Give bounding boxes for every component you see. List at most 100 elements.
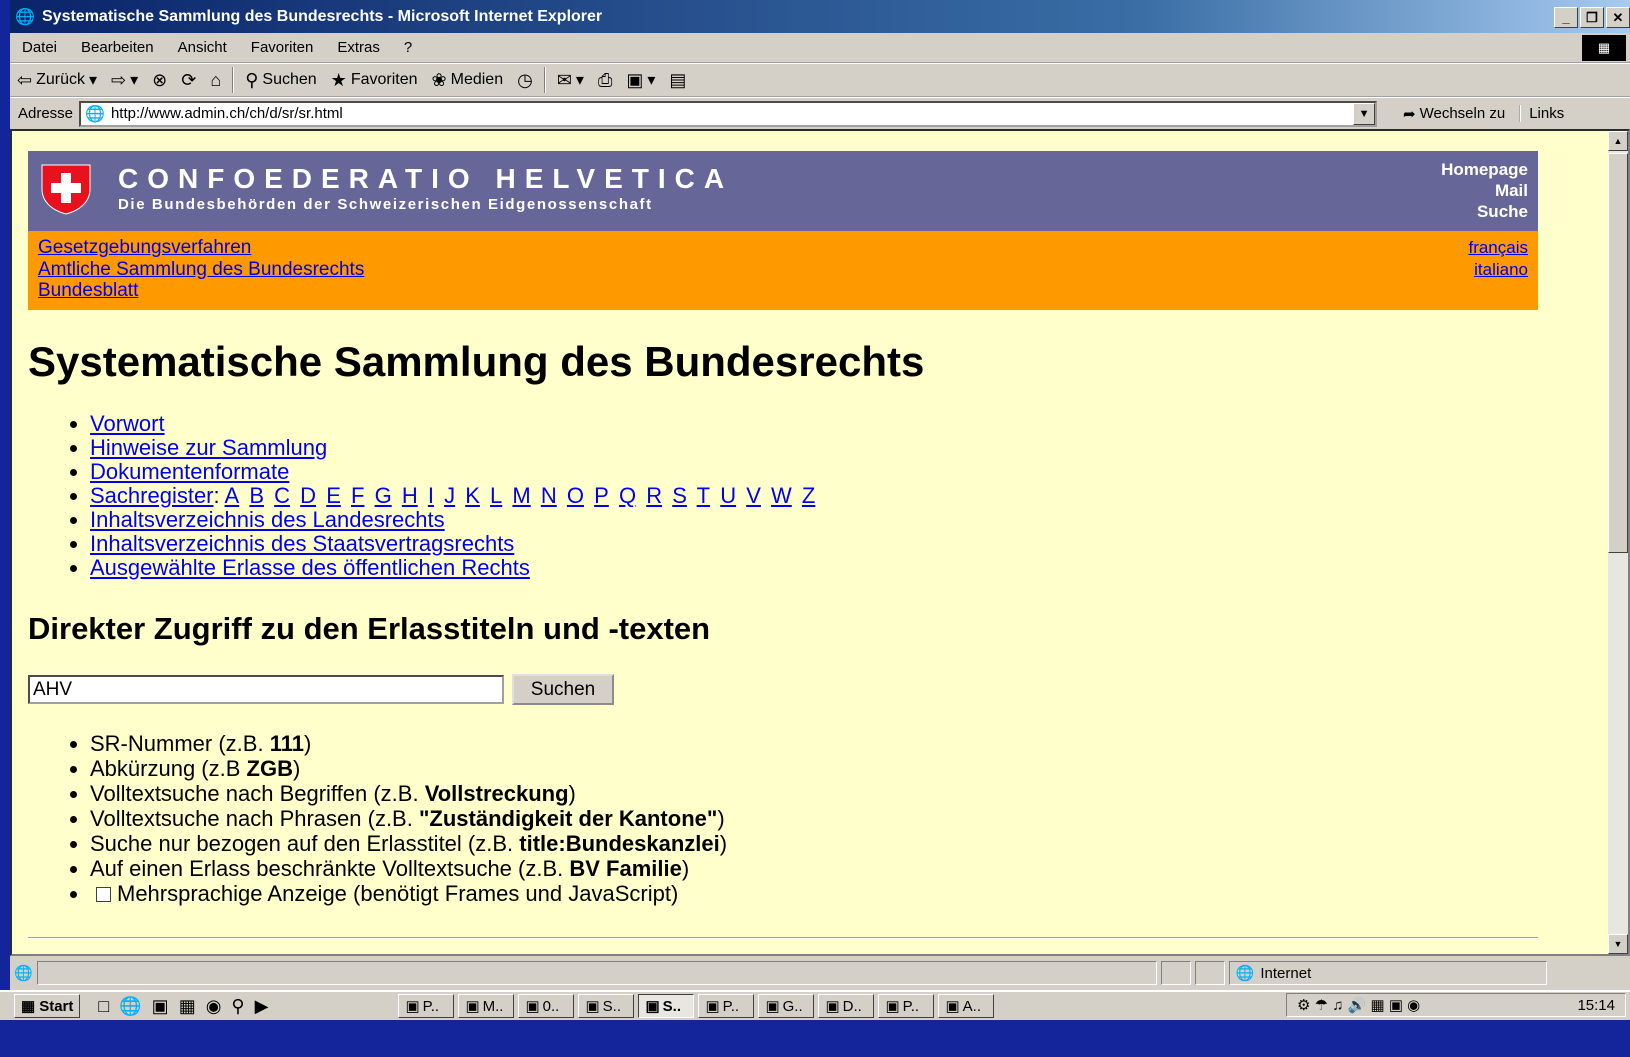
task-button[interactable]: ▣ D.. [818, 994, 875, 1018]
alphabet-link-h[interactable]: H [402, 483, 418, 508]
search-button[interactable]: ⚲ Suchen [238, 65, 323, 95]
dropdown-arrow-icon[interactable]: ▾ [576, 70, 584, 90]
vorwort-link[interactable]: Vorwort [90, 411, 165, 436]
start-button[interactable]: ▦ Start [14, 994, 81, 1018]
alphabet-link-p[interactable]: P [594, 483, 609, 508]
mail-button[interactable]: ✉ ▾ [550, 65, 591, 95]
alphabet-link-o[interactable]: O [567, 483, 584, 508]
edit-button[interactable]: ▣ ▾ [619, 65, 662, 95]
mail-link[interactable]: Mail [1441, 180, 1528, 201]
links-button[interactable]: Links [1519, 105, 1564, 122]
vertical-scrollbar[interactable]: ▲ ▼ [1608, 131, 1628, 954]
alphabet-link-q[interactable]: Q [619, 483, 636, 508]
discuss-button[interactable]: ▤ [662, 65, 693, 95]
powerpoint-icon[interactable]: ◉ [206, 996, 222, 1017]
menu-help[interactable]: ? [392, 39, 424, 56]
alphabet-link-g[interactable]: G [375, 483, 392, 508]
alphabet-link-s[interactable]: S [672, 483, 687, 508]
ie-icon[interactable]: 🌐 [119, 996, 141, 1017]
alphabet-link-m[interactable]: M [512, 483, 530, 508]
stop-button[interactable]: ⊗ [145, 65, 174, 95]
nav-link-amtliche-sammlung[interactable]: Amtliche Sammlung des Bundesrechts [38, 259, 364, 280]
staatsvertragsrecht-link[interactable]: Inhaltsverzeichnis des Staatsvertragsrec… [90, 531, 514, 556]
task-button[interactable]: ▣ G.. [758, 994, 815, 1018]
minimize-button[interactable]: _ [1554, 7, 1578, 28]
task-button[interactable]: ▣ P.. [698, 994, 755, 1018]
ausgewaehlte-erlasse-link[interactable]: Ausgewählte Erlasse des öffentlichen Rec… [90, 555, 530, 580]
address-input[interactable]: 🌐 http://www.admin.ch/ch/d/sr/sr.html ▼ [79, 100, 1378, 127]
alphabet-link-c[interactable]: C [274, 483, 290, 508]
menu-ansicht[interactable]: Ansicht [166, 39, 239, 56]
alphabet-link-e[interactable]: E [326, 483, 341, 508]
landesrecht-link[interactable]: Inhaltsverzeichnis des Landesrechts [90, 507, 445, 532]
alphabet-link-k[interactable]: K [465, 483, 480, 508]
alphabet-link-l[interactable]: L [490, 483, 502, 508]
menu-bearbeiten[interactable]: Bearbeiten [69, 39, 166, 56]
task-button[interactable]: ▣ A.. [938, 994, 995, 1018]
page-content: CONFOEDERATIO HELVETICA Die Bundesbehörd… [28, 151, 1538, 906]
back-button[interactable]: ⇦ Zurück ▾ [10, 65, 104, 95]
lang-link-french[interactable]: français [1468, 238, 1528, 257]
desktop-icon[interactable]: □ [98, 996, 109, 1017]
task-button[interactable]: ▣ 0.. [518, 994, 575, 1018]
task-button[interactable]: ▣ P.. [398, 994, 455, 1018]
alphabet-link-j[interactable]: J [444, 483, 455, 508]
alphabet-link-f[interactable]: F [351, 483, 364, 508]
task-button[interactable]: ▣ S.. [638, 994, 695, 1018]
alphabet-link-d[interactable]: D [300, 483, 316, 508]
alphabet-link-a[interactable]: A [225, 483, 240, 508]
dokumentenformate-link[interactable]: Dokumentenformate [90, 459, 289, 484]
alphabet-link-n[interactable]: N [541, 483, 557, 508]
suche-link[interactable]: Suche [1441, 201, 1528, 222]
search-input[interactable] [28, 675, 504, 704]
word-icon[interactable]: ▣ [152, 996, 169, 1017]
home-button[interactable]: ⌂ [203, 65, 228, 95]
media-button[interactable]: ❀ Medien [425, 65, 511, 95]
alphabet-link-v[interactable]: V [746, 483, 761, 508]
dropdown-arrow-icon[interactable]: ▾ [130, 70, 138, 90]
submit-search-button[interactable]: Suchen [512, 674, 614, 705]
scroll-up-button[interactable]: ▲ [1608, 131, 1628, 151]
alphabet-link-r[interactable]: R [646, 483, 662, 508]
print-button[interactable]: ⎙ [591, 65, 619, 95]
search-icon[interactable]: ⚲ [231, 996, 244, 1017]
task-button[interactable]: ▣ S.. [578, 994, 635, 1018]
scroll-thumb[interactable] [1608, 153, 1628, 553]
alphabet-link-i[interactable]: I [428, 483, 434, 508]
task-button[interactable]: ▣ M.. [458, 994, 515, 1018]
nav-bar: Gesetzgebungsverfahren Amtliche Sammlung… [28, 231, 1538, 310]
tray-icons[interactable]: ⚙ ☂ ♫ 🔊 ▦ ▣ ◉ [1297, 996, 1420, 1014]
close-button[interactable]: ✕ [1606, 7, 1630, 28]
forward-button[interactable]: ⇨ ▾ [104, 65, 145, 95]
nav-link-bundesblatt[interactable]: Bundesblatt [38, 280, 138, 301]
refresh-button[interactable]: ⟳ [174, 65, 203, 95]
dropdown-arrow-icon[interactable]: ▾ [647, 70, 655, 90]
alphabet-link-b[interactable]: B [249, 483, 264, 508]
sachregister-link[interactable]: Sachregister [90, 483, 214, 508]
task-button[interactable]: ▣ P.. [878, 994, 935, 1018]
address-dropdown-button[interactable]: ▼ [1353, 102, 1376, 125]
excel-icon[interactable]: ▦ [179, 996, 196, 1017]
zone-label: Internet [1260, 964, 1312, 982]
dropdown-arrow-icon[interactable]: ▾ [89, 70, 97, 90]
favorites-button[interactable]: ★ Favoriten [324, 65, 425, 95]
alphabet-link-w[interactable]: W [771, 483, 792, 508]
title-bar[interactable]: 🌐 Systematische Sammlung des Bundesrecht… [10, 0, 1630, 33]
history-button[interactable]: ◷ [510, 65, 540, 95]
media-player-icon[interactable]: ▶ [255, 996, 269, 1017]
alphabet-link-z[interactable]: Z [802, 483, 815, 508]
hinweise-link[interactable]: Hinweise zur Sammlung [90, 435, 327, 460]
nav-link-gesetzgebung[interactable]: Gesetzgebungsverfahren [38, 237, 251, 258]
alphabet-link-u[interactable]: U [720, 483, 736, 508]
go-button[interactable]: ➦ Wechseln zu [1397, 105, 1511, 123]
menu-datei[interactable]: Datei [10, 39, 69, 56]
maximize-button[interactable]: ❐ [1580, 7, 1604, 28]
scroll-down-button[interactable]: ▼ [1608, 934, 1628, 954]
homepage-link[interactable]: Homepage [1441, 159, 1528, 180]
menu-favoriten[interactable]: Favoriten [239, 39, 326, 56]
multilang-checkbox[interactable] [96, 887, 111, 902]
lang-link-italian[interactable]: italiano [1474, 260, 1528, 279]
menu-extras[interactable]: Extras [325, 39, 392, 56]
alphabet-link-t[interactable]: T [697, 483, 710, 508]
address-url[interactable]: http://www.admin.ch/ch/d/sr/sr.html [111, 105, 343, 122]
